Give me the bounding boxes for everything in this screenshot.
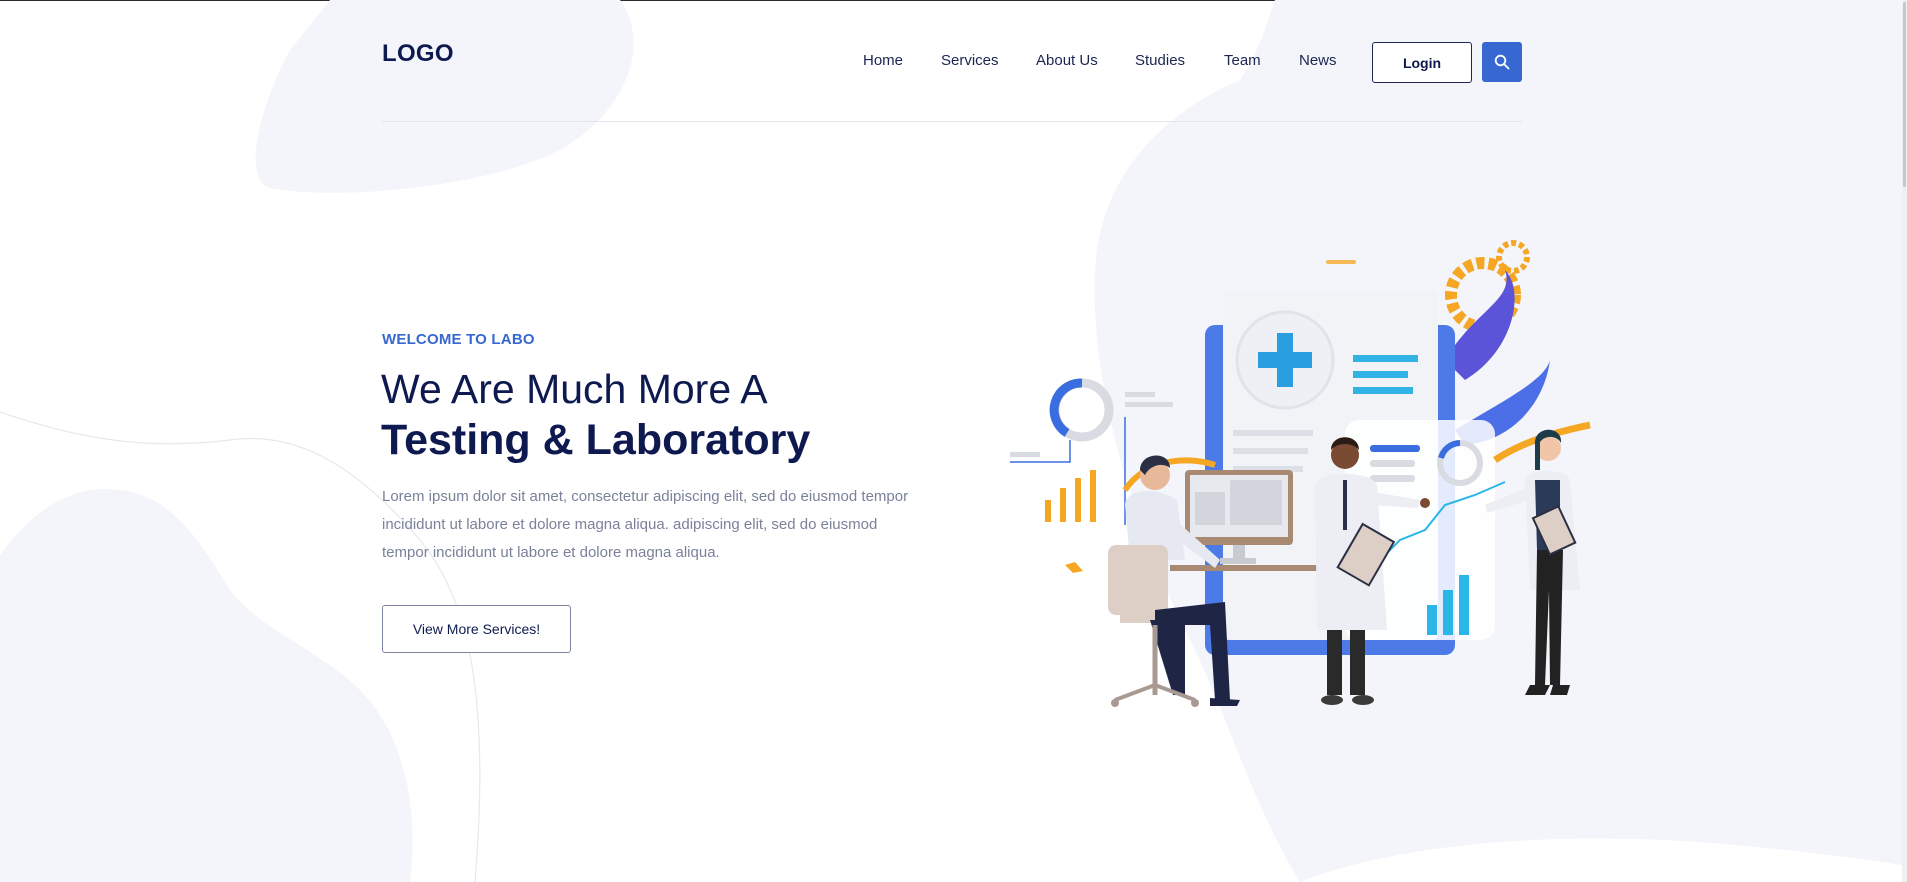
hero-eyebrow: WELCOME TO LABO [382,331,535,348]
hero-title-line2: Testing & Laboratory [381,416,811,464]
nav-news[interactable]: News [1299,52,1337,69]
text-line [1353,355,1418,362]
search-button[interactable] [1482,42,1522,82]
leaf-decor [1445,270,1550,445]
nav-about-us[interactable]: About Us [1036,52,1098,69]
donut-chart-icon [1049,378,1114,442]
search-icon [1494,54,1510,70]
nav-studies[interactable]: Studies [1135,52,1185,69]
hero-description: Lorem ipsum dolor sit amet, consectetur … [382,488,909,561]
nav-services[interactable]: Services [941,52,999,69]
text-line [1353,387,1413,394]
login-button[interactable]: Login [1372,42,1472,83]
laboratory-illustration [1010,240,1591,707]
scientist-standing-female [1485,429,1580,695]
text-line [1353,371,1408,378]
scrollbar-thumb[interactable] [1903,2,1906,187]
decor-dash [1326,260,1356,264]
chair [1108,545,1168,615]
medical-cross-icon [1235,310,1335,410]
background-shapes [0,0,1907,882]
desk [1170,565,1340,571]
header-divider [382,121,1522,122]
bar-chart-icon [1045,470,1096,522]
view-more-services-button[interactable]: View More Services! [382,605,571,653]
site-logo[interactable]: LOGO [382,40,454,68]
hero-title-line1: We Are Much More A [381,366,768,412]
nav-home[interactable]: Home [863,52,903,69]
nav-team[interactable]: Team [1224,52,1261,69]
